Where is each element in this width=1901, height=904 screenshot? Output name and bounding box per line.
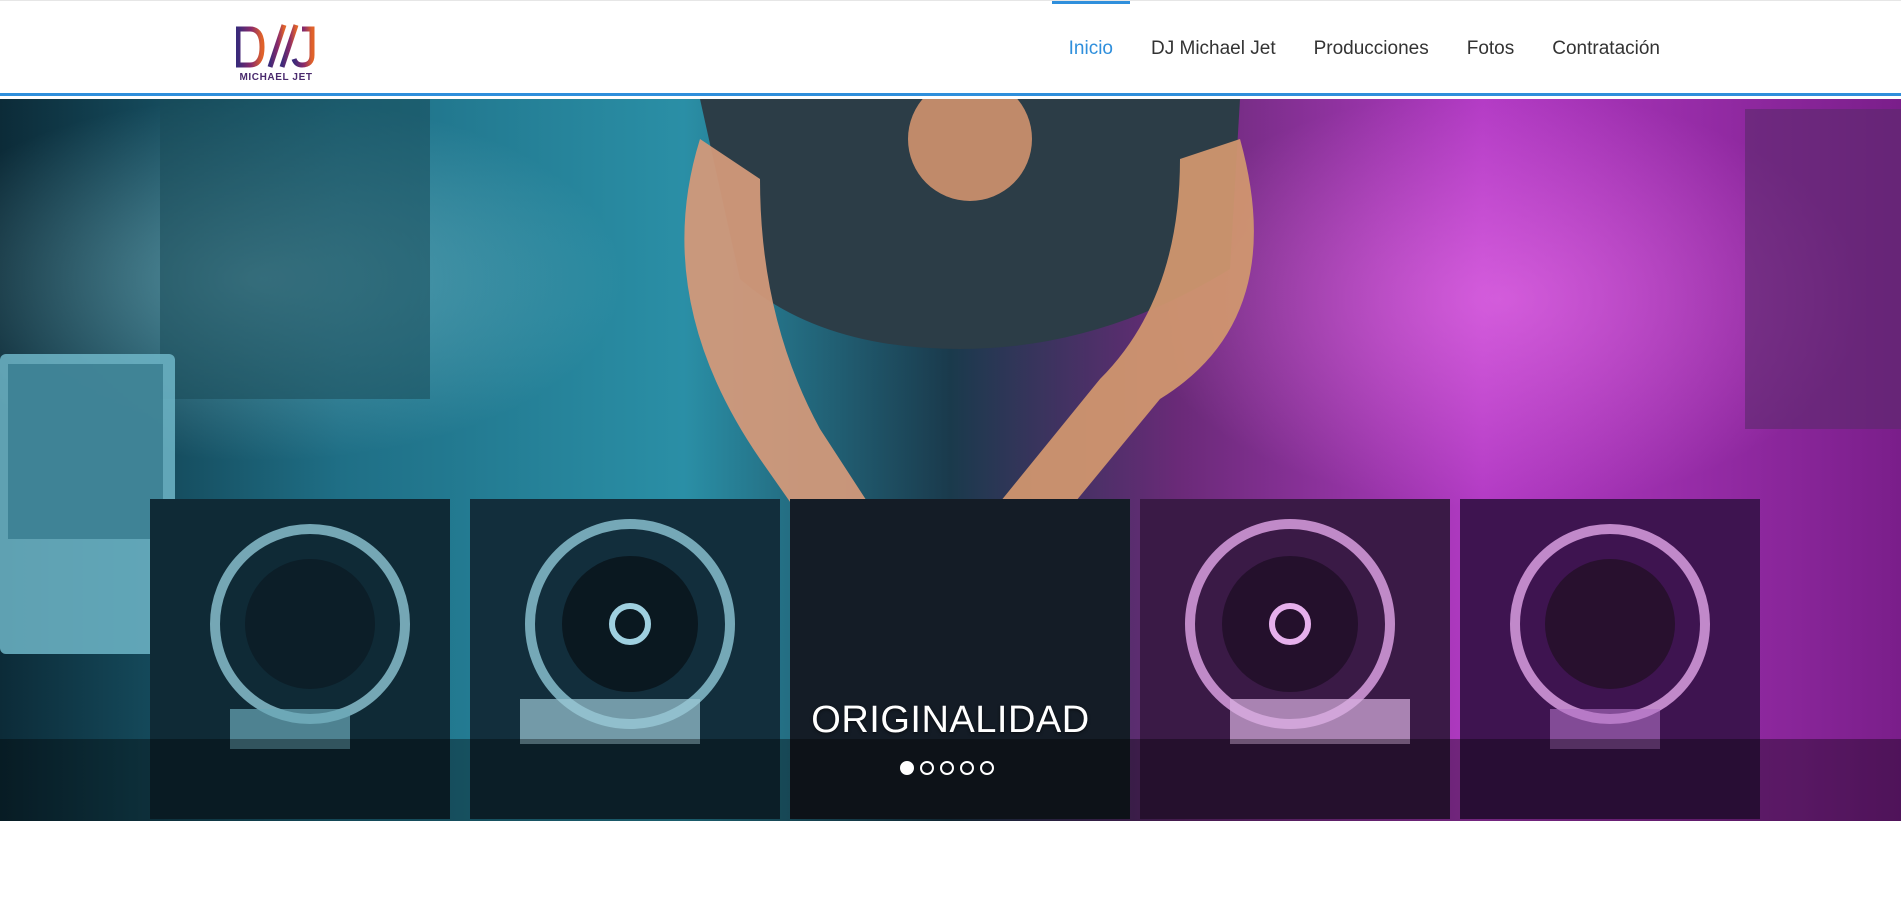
slider-pagination <box>900 761 994 775</box>
slider-dot-1[interactable] <box>900 761 914 775</box>
nav-item-contratacion[interactable]: Contratación <box>1533 1 1679 97</box>
slider-dot-3[interactable] <box>940 761 954 775</box>
site-header: MICHAEL JET Inicio DJ Michael Jet Produc… <box>0 0 1901 96</box>
logo-subtitle: MICHAEL JET <box>239 72 313 83</box>
slider-dot-4[interactable] <box>960 761 974 775</box>
nav-item-inicio[interactable]: Inicio <box>1050 1 1132 97</box>
hero-slider: ORIGINALIDAD <box>0 99 1901 821</box>
nav-item-dj-michael-jet[interactable]: DJ Michael Jet <box>1132 1 1295 97</box>
logo[interactable]: MICHAEL JET <box>236 19 320 87</box>
hero-caption: ORIGINALIDAD <box>811 699 1090 741</box>
logo-mark-icon <box>236 24 315 68</box>
slider-dot-5[interactable] <box>980 761 994 775</box>
slider-dot-2[interactable] <box>920 761 934 775</box>
main-nav: Inicio DJ Michael Jet Producciones Fotos… <box>1050 1 1679 97</box>
nav-item-producciones[interactable]: Producciones <box>1295 1 1448 97</box>
nav-item-fotos[interactable]: Fotos <box>1448 1 1534 97</box>
